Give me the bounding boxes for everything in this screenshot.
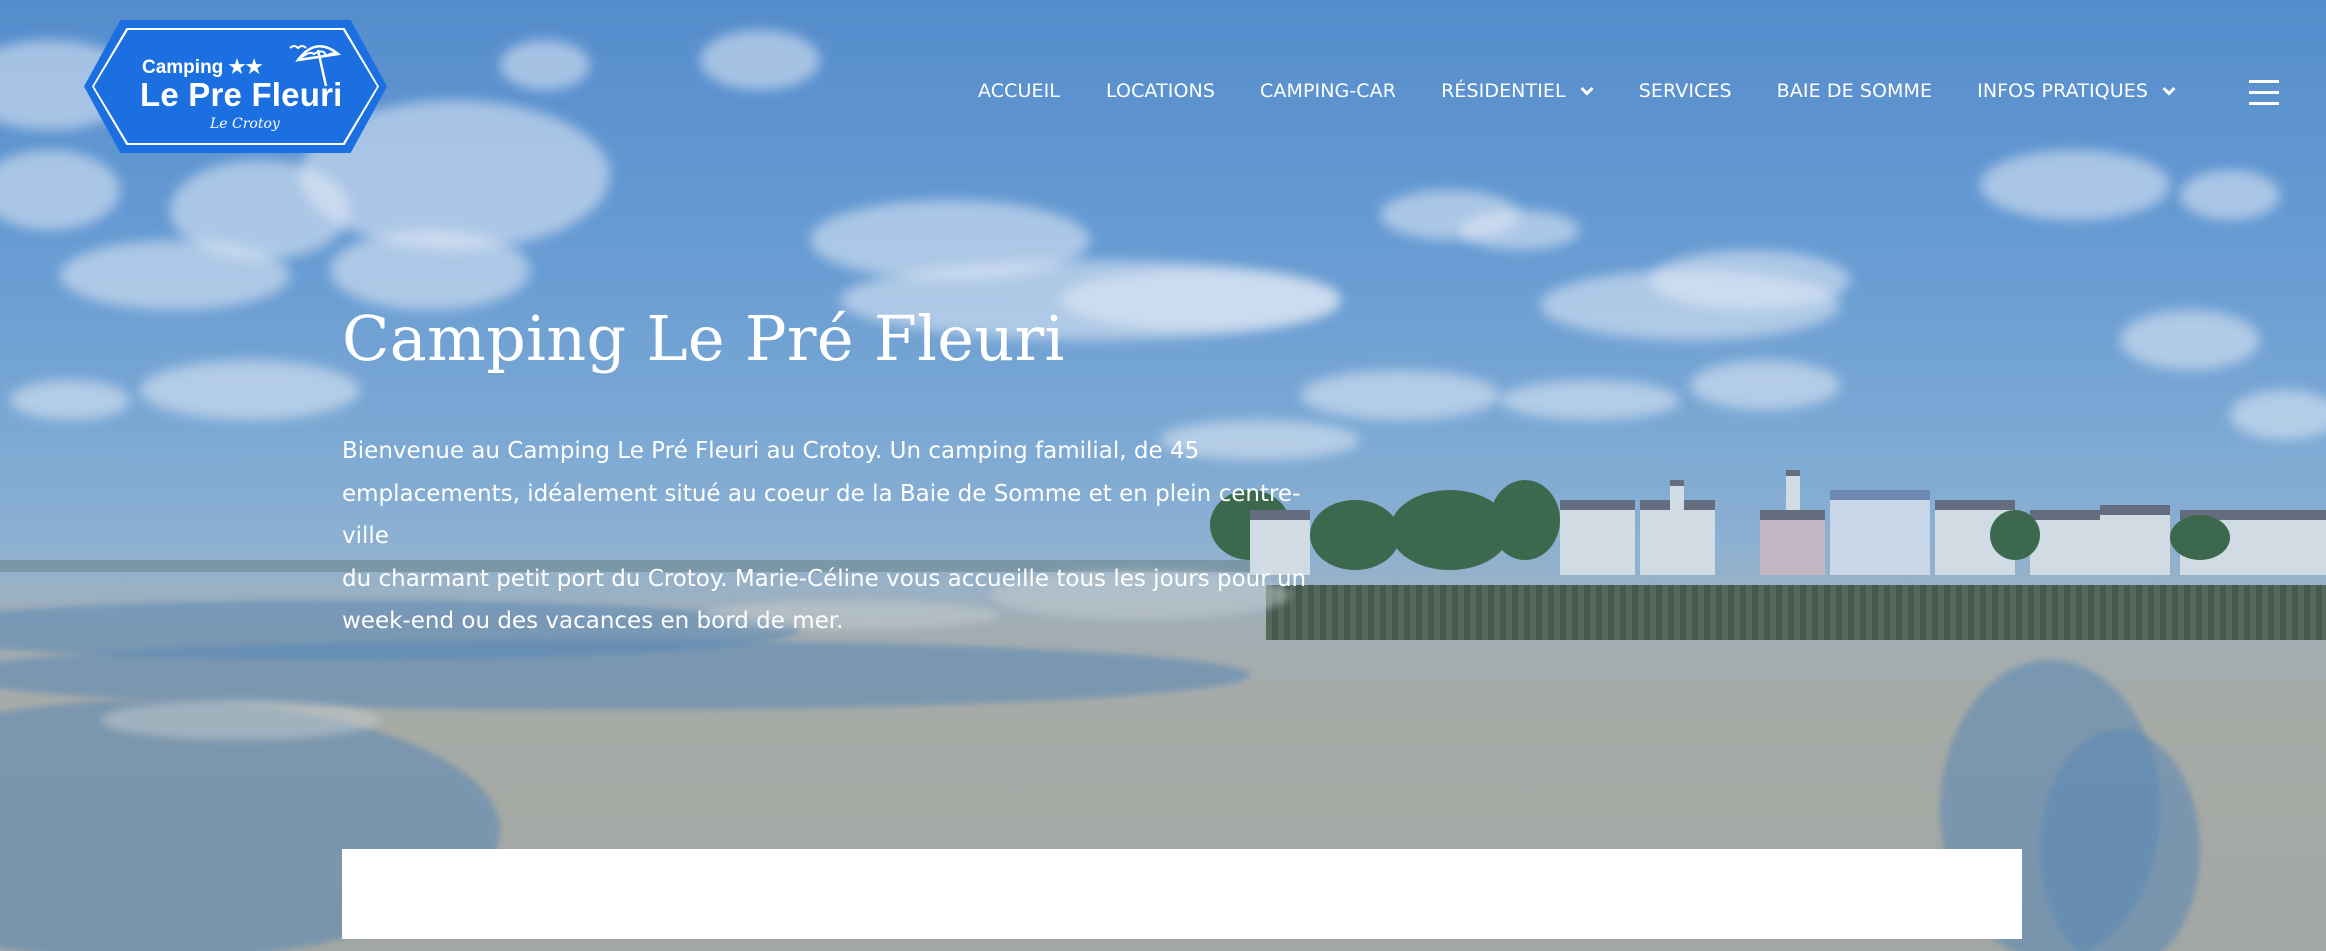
hero-intro-line: emplacements, idéalement situé au coeur … xyxy=(342,480,1301,550)
hero-intro-line: Bienvenue au Camping Le Pré Fleuri au Cr… xyxy=(342,438,1200,464)
page-title: Camping Le Pré Fleuri xyxy=(342,302,1065,375)
site-logo[interactable]: Camping ★★ Le Pre Fleuri Le Crotoy xyxy=(84,20,387,153)
nav-item-label: INFOS PRATIQUES xyxy=(1977,80,2148,102)
nav-item-label: CAMPING-CAR xyxy=(1260,80,1397,102)
nav-item-accueil[interactable]: ACCUEIL xyxy=(978,80,1060,102)
chevron-down-icon xyxy=(1580,86,1594,96)
logo-line-town: Le Crotoy xyxy=(210,116,280,132)
beach-umbrella-icon xyxy=(289,45,341,87)
content-panel xyxy=(342,849,2022,939)
hero-intro-text: Bienvenue au Camping Le Pré Fleuri au Cr… xyxy=(342,430,1342,643)
nav-item-services[interactable]: SERVICES xyxy=(1639,80,1732,102)
hero-intro-line: week-end ou des vacances en bord de mer. xyxy=(342,608,844,634)
nav-item-locations[interactable]: LOCATIONS xyxy=(1106,80,1215,102)
hero-intro-line: du charmant petit port du Crotoy. Marie-… xyxy=(342,565,1307,592)
nav-item-baie-de-somme[interactable]: BAIE DE SOMME xyxy=(1777,80,1932,102)
hamburger-menu-icon[interactable] xyxy=(2249,80,2279,106)
nav-item-label: BAIE DE SOMME xyxy=(1776,80,1933,102)
nav-item-residentiel[interactable]: RÉSIDENTIEL xyxy=(1441,80,1594,102)
main-navigation: ACCUEIL LOCATIONS CAMPING-CAR RÉSIDENTIE… xyxy=(978,80,2176,102)
chevron-down-icon xyxy=(2162,86,2176,96)
nav-item-label: RÉSIDENTIEL xyxy=(1441,80,1566,102)
nav-item-label: LOCATIONS xyxy=(1106,80,1215,102)
nav-item-label: SERVICES xyxy=(1638,80,1732,102)
nav-item-camping-car[interactable]: CAMPING-CAR xyxy=(1260,80,1396,102)
nav-item-infos-pratiques[interactable]: INFOS PRATIQUES xyxy=(1977,80,2176,102)
nav-item-label: ACCUEIL xyxy=(978,80,1060,102)
